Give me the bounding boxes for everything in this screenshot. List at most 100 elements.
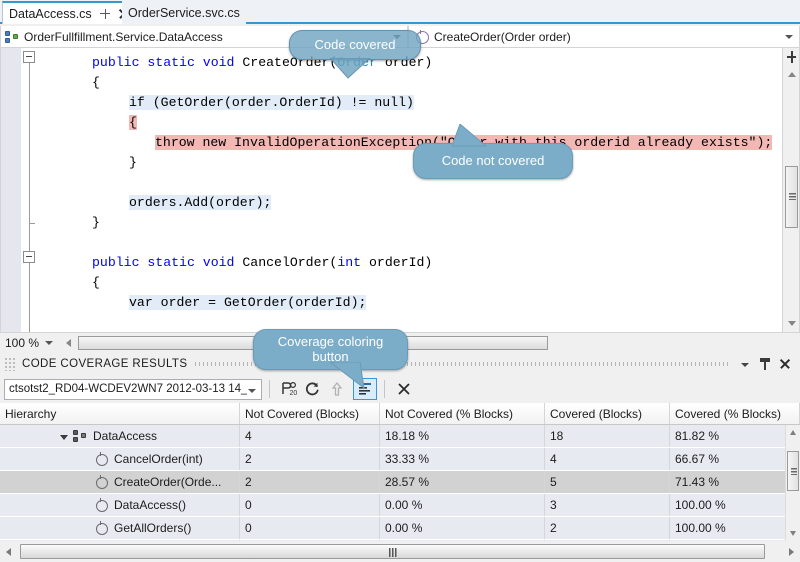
collapse-outline-cancelorder-icon[interactable] [23,251,35,263]
code-token: { [129,115,137,130]
show-code-coverage-coloring-20-icon[interactable]: 20 [277,378,301,400]
row-label: CancelOrder(int) [114,452,203,466]
grid-column-header[interactable]: Not Covered (Blocks) [240,403,380,424]
not-covered-blocks-cell: 4 [240,425,380,447]
covered-blocks-cell: 3 [545,494,670,516]
hierarchy-cell[interactable]: CancelOrder(int) [0,448,240,470]
tab-orderservice-svc-cs[interactable]: OrderService.svc.cs [122,1,246,24]
toolbar-separator [269,380,270,398]
collapse-outline-createorder-icon[interactable] [23,51,35,63]
expander-collapse-icon[interactable] [60,435,68,440]
code-line-none: { [92,275,100,290]
scroll-down-arrow-icon[interactable] [786,526,800,541]
not-covered-percent-cell: 0.00 % [380,494,545,516]
table-row[interactable]: DataAccess418.18 %1881.82 % [0,425,800,448]
coverage-session-value: ctsotst2_RD04-WCDEV2WN7 2012-03-13 14_ [9,383,247,395]
code-line-none: { [92,75,100,90]
scroll-left-arrow-icon[interactable] [0,543,17,560]
table-row[interactable]: CancelOrder(int) 233.33 %466.67 % [0,448,800,471]
code-line: { [37,273,100,293]
grid-column-header[interactable]: Not Covered (% Blocks) [380,403,545,424]
code-token: if (GetOrder(order.OrderId) != null) [129,95,414,110]
code-line: } [37,153,137,173]
scrollbar-thumb[interactable] [20,544,765,559]
covered-blocks-cell: 4 [545,448,670,470]
table-row[interactable]: DataAccess()00.00 %3100.00 % [0,494,800,517]
zoom-level-label: 100 % [5,336,39,350]
coverage-results-grid[interactable]: HierarchyNot Covered (Blocks)Not Covered… [0,403,800,541]
method-icon [95,498,109,512]
grid-vertical-scrollbar[interactable] [785,425,800,541]
not-covered-percent-cell: 33.33 % [380,448,545,470]
code-token: int [337,255,361,270]
refresh-icon[interactable] [301,378,325,400]
grid-horizontal-scrollbar[interactable] [0,541,800,562]
class-icon [73,429,88,443]
code-token: var order = GetOrder(orderId); [129,295,366,310]
code-line: orders.Add(order); [37,193,271,213]
code-line-covered: orders.Add(order); [129,195,271,210]
not-covered-percent-cell: 18.18 % [380,425,545,447]
not-covered-percent-cell: 0.00 % [380,517,545,539]
scroll-left-arrow-icon[interactable] [60,335,76,351]
grid-column-header[interactable]: Hierarchy [0,403,240,424]
scroll-down-arrow-icon[interactable] [783,315,800,332]
auto-hide-pin-icon[interactable] [756,355,774,373]
code-token: public static void [92,255,242,270]
tab-dataaccess-cs[interactable]: DataAccess.cs [2,1,133,24]
editor-split-handle[interactable] [782,48,799,66]
namespace-icon [5,30,20,44]
row-label: CreateOrder(Orde... [114,475,221,489]
window-menu-caret-icon[interactable] [736,355,754,373]
code-line-covered: var order = GetOrder(orderId); [129,295,366,310]
scroll-up-arrow-icon[interactable] [783,66,800,83]
grid-column-header[interactable]: Covered (Blocks) [545,403,670,424]
grid-column-header[interactable]: Covered (% Blocks) [670,403,800,424]
callout-text-line-1: Coverage coloring [278,335,384,350]
type-dropdown-label: OrderFullfillment.Service.DataAccess [24,30,223,44]
code-line: } [37,213,100,233]
close-x-icon[interactable] [392,378,416,400]
code-token: } [92,215,100,230]
pin-icon[interactable] [99,7,111,21]
covered-blocks-cell: 18 [545,425,670,447]
editor-horizontal-scrollbar[interactable] [78,335,778,351]
not-covered-blocks-cell: 0 [240,517,380,539]
not-covered-blocks-cell: 0 [240,494,380,516]
outlining-line [29,52,30,332]
callout-coverage-coloring-button-tail [330,362,390,390]
scrollbar-track[interactable] [17,543,783,560]
hierarchy-cell[interactable]: GetAllOrders() [0,517,240,539]
table-row[interactable]: CreateOrder(Orde...228.57 %571.43 % [0,471,800,494]
coverage-session-combo[interactable]: ctsotst2_RD04-WCDEV2WN7 2012-03-13 14_ [4,379,262,400]
covered-percent-cell: 66.67 % [670,448,800,470]
covered-percent-cell: 100.00 % [670,494,800,516]
close-panel-icon[interactable] [776,355,794,373]
covered-percent-cell: 71.43 % [670,471,800,493]
drag-grip-icon[interactable] [4,357,16,371]
member-dropdown[interactable]: CreateOrder(Order order) [408,26,800,48]
method-icon [95,521,109,535]
editor-vertical-scrollbar[interactable] [782,66,799,332]
method-icon [95,452,109,466]
editor-outlining-margin [21,48,37,332]
zoom-level-control[interactable]: 100 % [0,336,54,350]
scroll-right-arrow-icon[interactable] [783,543,800,560]
method-icon [95,475,109,489]
code-editor[interactable]: public static void CreateOrder(Order ord… [0,48,800,333]
chevron-down-icon[interactable] [248,389,256,393]
hierarchy-cell[interactable]: CreateOrder(Orde... [0,471,240,493]
hierarchy-cell[interactable]: DataAccess [0,425,240,447]
hierarchy-cell[interactable]: DataAccess() [0,494,240,516]
callout-code-covered: Code covered [289,30,421,60]
scroll-up-arrow-icon[interactable] [786,425,800,440]
chevron-down-icon[interactable] [785,35,793,39]
outlining-tick [29,223,35,224]
not-covered-blocks-cell: 2 [240,448,380,470]
scrollbar-thumb[interactable] [785,166,798,228]
callout-code-covered-tail [330,58,430,80]
code-coverage-toolbar: ctsotst2_RD04-WCDEV2WN7 2012-03-13 14_ 2… [0,375,800,403]
scrollbar-thumb[interactable] [787,451,799,491]
chevron-down-icon[interactable] [45,341,53,345]
table-row[interactable]: GetAllOrders()00.00 %2100.00 % [0,517,800,540]
